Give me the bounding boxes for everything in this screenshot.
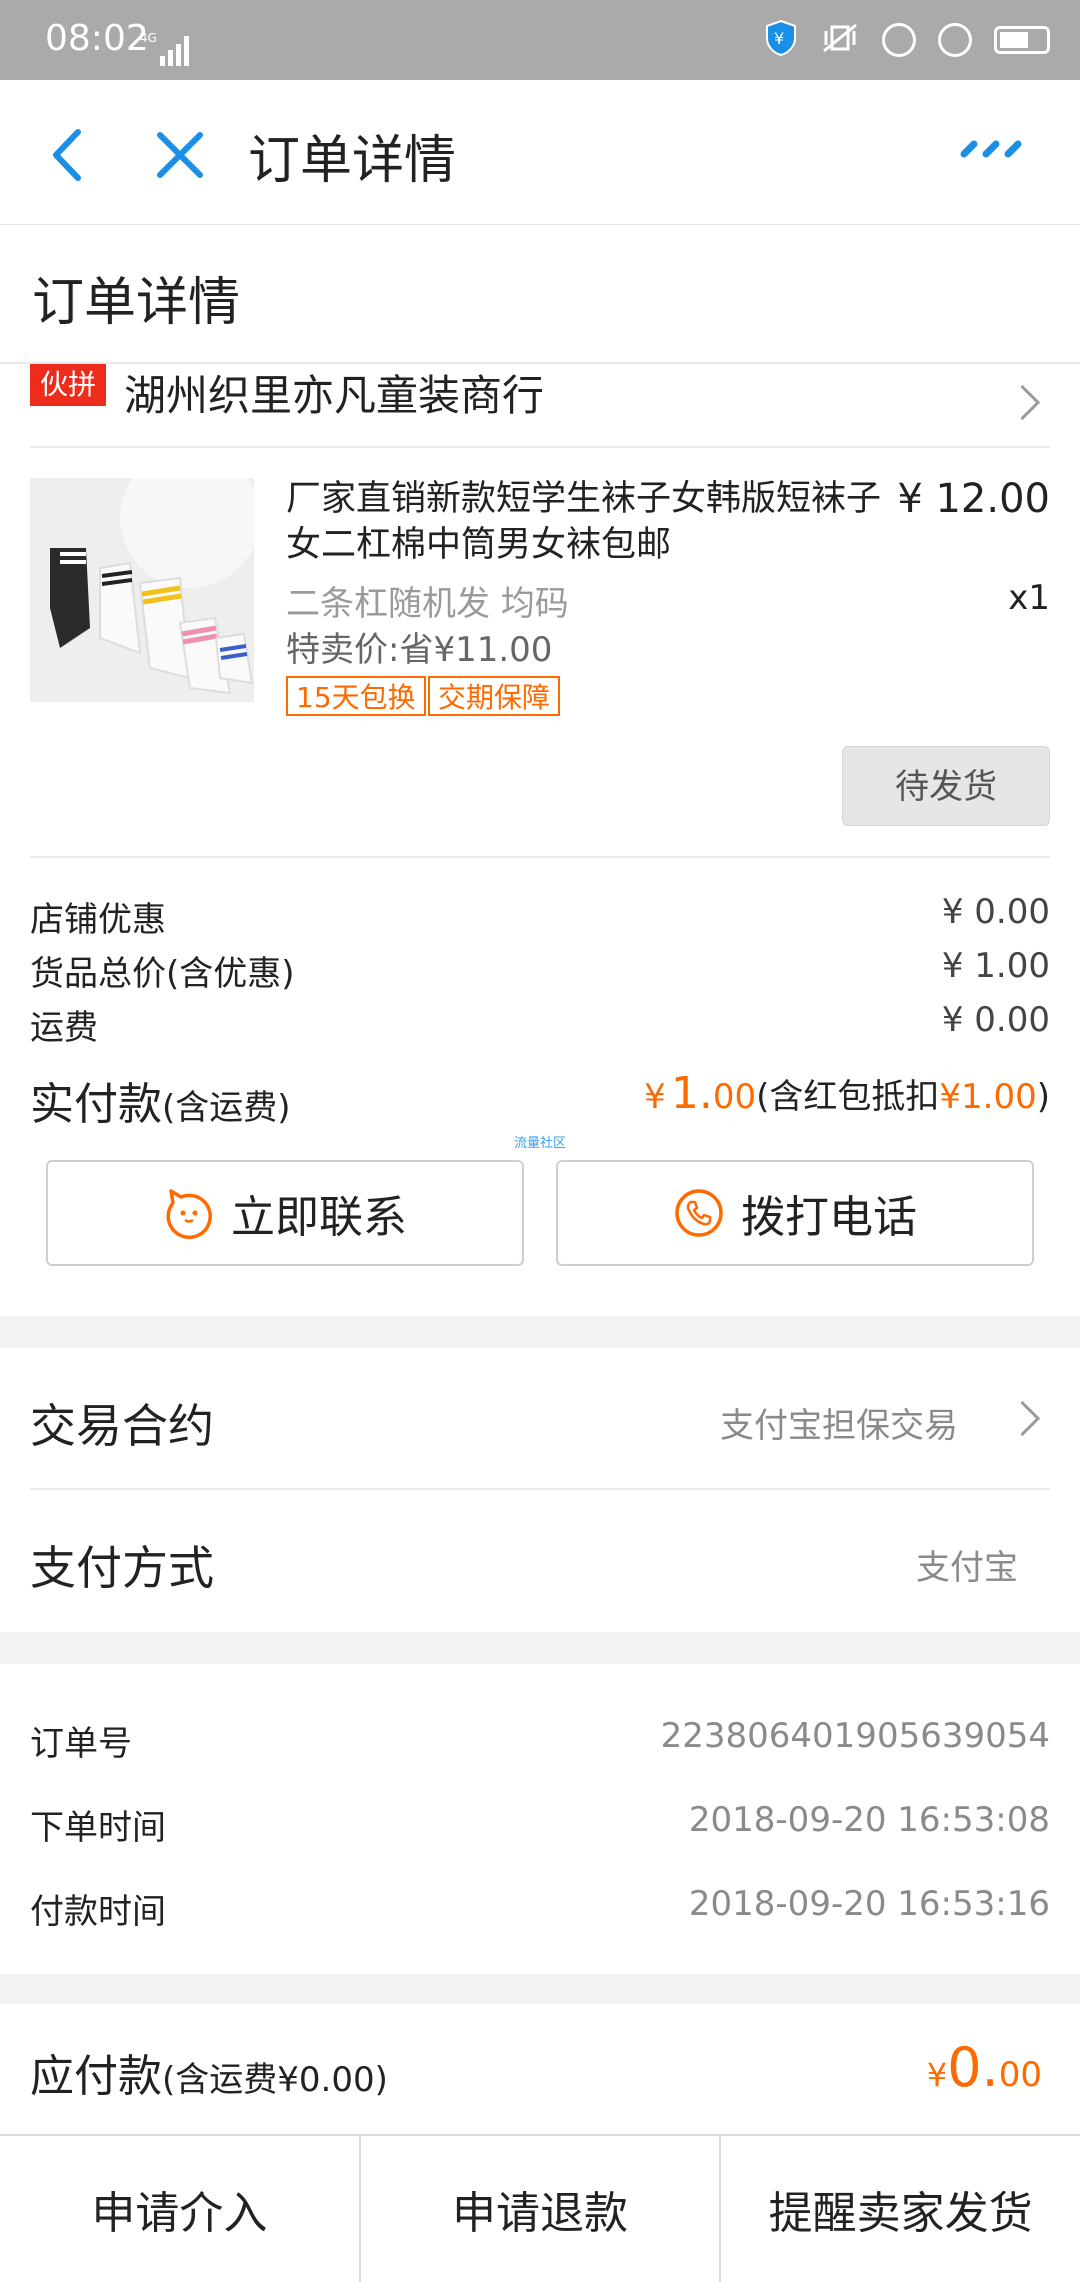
order-time-label: 下单时间 (30, 1808, 166, 1848)
call-label: 拨打电话 (741, 1192, 917, 1243)
contact-seller-button[interactable]: 立即联系 (46, 1160, 524, 1266)
chevron-right-icon (1004, 1400, 1041, 1437)
order-number-label: 订单号 (30, 1724, 132, 1764)
network-label: 4G (140, 31, 157, 45)
paid-amount-dec: 00 (712, 1077, 757, 1117)
lock-rotation-icon (882, 23, 916, 57)
shop-badge: 伙拼 (30, 364, 106, 406)
alipay-shield-icon: ¥ (764, 19, 798, 61)
due-currency: ¥ (926, 2056, 948, 2094)
section-gap (0, 1974, 1080, 2004)
close-icon[interactable] (150, 120, 210, 194)
tag-delivery-guarantee: 交期保障 (428, 676, 561, 716)
product-price: ¥ 12.00 (897, 476, 1050, 522)
vibrate-icon (820, 21, 860, 59)
payment-method-label: 支付方式 (30, 1541, 214, 1595)
payment-time-label: 付款时间 (30, 1892, 166, 1932)
paid-label-suffix: (含运费) (162, 1088, 291, 1128)
payment-time-value: 2018-09-20 16:53:16 (688, 1884, 1050, 1924)
paid-note-suffix: ) (1036, 1077, 1050, 1117)
phone-icon (675, 1189, 723, 1237)
divider (30, 856, 1050, 858)
section-gap (0, 1316, 1080, 1348)
trade-contract-row[interactable]: 交易合约 支付宝担保交易 (0, 1348, 1080, 1488)
status-icons: ¥ (764, 19, 1050, 61)
amount-due-value: ¥0.00 (927, 2036, 1042, 2099)
divider (30, 446, 1050, 448)
signal-icon: 4G (140, 30, 200, 74)
product-image[interactable] (30, 478, 254, 702)
product-sale-price: 特卖价:省¥11.00 (286, 630, 553, 670)
cost-label: 运费 (30, 1008, 98, 1048)
status-bar: 08:02 4G ¥ (0, 0, 1080, 80)
payment-method-value: 支付宝 (916, 1548, 1018, 1588)
nav-bar: 订单详情 (0, 80, 1080, 225)
trade-contract-label: 交易合约 (30, 1399, 214, 1453)
paid-currency: ¥ (644, 1077, 666, 1117)
paid-amount-int: 1. (670, 1068, 713, 1119)
cost-value: ¥ 1.00 (941, 946, 1050, 986)
chevron-right-icon (1004, 384, 1041, 421)
call-seller-button[interactable]: 拨打电话 (556, 1160, 1034, 1266)
amount-due-label: 应付款(含运费¥0.00) (30, 2040, 388, 2104)
payment-method-row: 支付方式 支付宝 (0, 1490, 1080, 1630)
trade-contract-value: 支付宝担保交易 (720, 1406, 958, 1446)
back-icon[interactable] (42, 120, 102, 194)
product-spec: 二条杠随机发 均码 (286, 584, 569, 624)
paid-note-prefix: (含红包抵扣 (756, 1077, 940, 1117)
cost-label: 货品总价(含优惠) (30, 954, 295, 994)
paid-note-amount: ¥1.00 (939, 1077, 1037, 1117)
battery-icon (994, 26, 1050, 54)
chat-cat-icon (166, 1189, 212, 1239)
bottom-action-bar: 申请介入 申请退款 提醒卖家发货 (0, 2134, 1080, 2282)
order-number-value: 223806401905639054 (660, 1716, 1050, 1756)
order-status-button[interactable]: 待发货 (842, 746, 1050, 826)
svg-text:¥: ¥ (774, 29, 784, 48)
due-dec: 00 (998, 2055, 1042, 2095)
due-label: 应付款 (30, 2051, 162, 2102)
status-time: 08:02 (45, 18, 149, 59)
alarm-icon (938, 23, 972, 57)
remind-seller-ship-button[interactable]: 提醒卖家发货 (721, 2136, 1080, 2282)
paid-amount-value: ¥ 1.00(含红包抵扣¥1.00) (644, 1068, 1050, 1119)
cost-value: ¥ 0.00 (941, 1000, 1050, 1040)
paid-label: 实付款 (30, 1079, 162, 1130)
section-gap (0, 1632, 1080, 1664)
cost-value: ¥ 0.00 (941, 892, 1050, 932)
page-title: 订单详情 (32, 273, 241, 333)
shop-name: 湖州织里亦凡童装商行 (124, 371, 545, 420)
due-int: 0. (947, 2036, 999, 2099)
order-time-value: 2018-09-20 16:53:08 (688, 1800, 1050, 1840)
apply-refund-button[interactable]: 申请退款 (361, 2136, 722, 2282)
nav-title: 订单详情 (248, 131, 457, 191)
due-label-suffix: (含运费¥0.00) (162, 2060, 388, 2100)
watermark: 流量社区 (514, 1136, 567, 1151)
paid-amount-label: 实付款(含运费) (30, 1068, 291, 1132)
product-quantity: x1 (1008, 578, 1050, 618)
contact-label: 立即联系 (231, 1192, 407, 1243)
more-icon[interactable] (960, 140, 1030, 164)
cost-label: 店铺优惠 (30, 900, 166, 940)
product-title[interactable]: 厂家直销新款短学生袜子女韩版短袜子女二杠棉中筒男女袜包邮 (286, 476, 886, 568)
tag-15-day-exchange: 15天包换 (286, 676, 426, 716)
apply-intervention-button[interactable]: 申请介入 (0, 2136, 361, 2282)
shop-row[interactable]: 伙拼 湖州织里亦凡童装商行 (0, 362, 1080, 446)
